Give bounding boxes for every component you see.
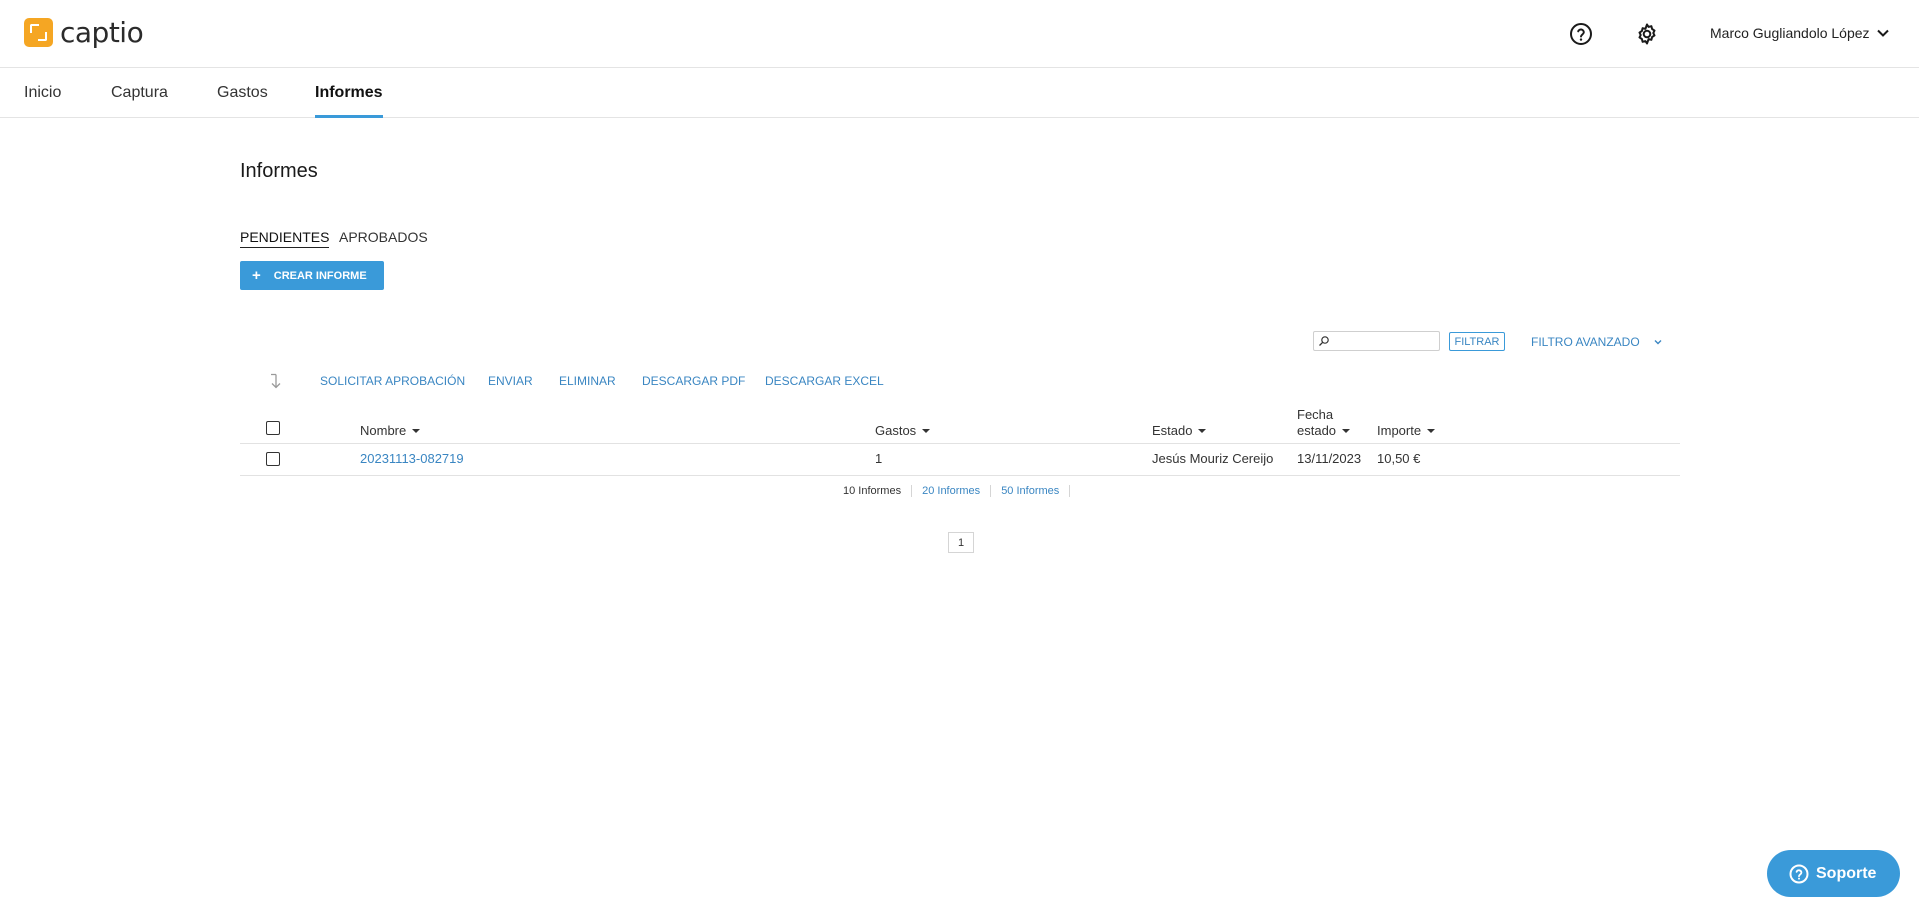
tab-pendientes[interactable]: PENDIENTES [240,229,330,248]
plus-icon: + [252,267,261,284]
select-all-checkbox[interactable] [266,421,280,435]
gear-icon[interactable] [1635,22,1659,46]
delete-button[interactable]: ELIMINAR [559,374,616,388]
table-row-divider [240,475,1680,476]
row-checkbox[interactable] [266,452,280,466]
column-label-importe: Importe [1377,423,1422,438]
page-size-50[interactable]: 50 Informes [991,485,1071,497]
captio-logo[interactable]: captio [24,16,144,49]
download-pdf-button[interactable]: DESCARGAR PDF [642,374,745,388]
column-header-estado[interactable]: Estado [1152,423,1207,438]
sort-caret-icon [412,428,421,433]
sort-arrow-icon[interactable] [268,372,284,390]
page-size-selector: 10 Informes 20 Informes 50 Informes [843,485,1071,497]
page-size-20[interactable]: 20 Informes [912,485,992,497]
tab-aprobados[interactable]: APROBADOS [339,229,428,247]
advanced-filter-toggle[interactable]: FILTRO AVANZADO [1531,335,1663,349]
send-button[interactable]: ENVIAR [488,374,533,388]
user-menu[interactable]: Marco Gugliandolo López [1710,25,1890,41]
sort-caret-icon [1342,428,1351,433]
support-button[interactable]: Soporte [1767,850,1900,897]
sort-caret-icon [1198,428,1207,433]
table-header-divider [240,443,1680,444]
support-label: Soporte [1816,864,1877,882]
row-estado: Jesús Mouriz Cereijo [1152,451,1274,466]
column-header-nombre[interactable]: Nombre [360,423,421,438]
request-approval-button[interactable]: SOLICITAR APROBACIÓN [320,374,465,388]
column-label-nombre: Nombre [360,423,407,438]
sort-caret-icon [922,428,931,433]
column-label-estado-fecha: estado [1297,423,1337,438]
column-header-gastos[interactable]: Gastos [875,423,931,438]
help-icon [1789,864,1809,883]
nav-item-gastos[interactable]: Gastos [217,84,268,118]
row-gastos: 1 [875,451,883,466]
search-input[interactable] [1332,333,1436,349]
pagination-page-1[interactable]: 1 [948,532,974,553]
report-name-link[interactable]: 20231113-082719 [360,451,464,466]
column-label-fecha: Fecha [1297,407,1334,422]
search-box[interactable] [1313,331,1440,351]
column-header-importe[interactable]: Importe [1377,423,1436,438]
create-report-label: CREAR INFORME [273,269,367,282]
row-fecha-estado: 13/11/2023 [1297,451,1362,466]
filter-button[interactable]: FILTRAR [1449,332,1505,351]
top-header: captio Marco Gugliandolo López [0,0,1919,68]
column-label-estado: Estado [1152,423,1193,438]
page-size-10[interactable]: 10 Informes [843,485,913,497]
column-header-fecha-estado[interactable]: Fecha estado [1297,407,1351,439]
sort-caret-icon [1427,428,1436,433]
nav-item-inicio[interactable]: Inicio [24,84,61,118]
search-icon [1319,336,1329,346]
advanced-filter-label: FILTRO AVANZADO [1531,335,1640,349]
download-excel-button[interactable]: DESCARGAR EXCEL [765,374,884,388]
chevron-down-icon [1876,29,1889,37]
help-icon[interactable] [1569,22,1593,46]
user-name: Marco Gugliandolo López [1710,25,1870,41]
chevron-down-icon [1654,340,1662,345]
page-title: Informes [240,160,318,182]
nav-item-captura[interactable]: Captura [111,84,168,118]
nav-item-informes[interactable]: Informes [315,84,383,118]
create-report-button[interactable]: + CREAR INFORME [240,261,384,290]
main-nav: Inicio Captura Gastos Informes [0,68,1919,118]
brand-name: captio [60,16,144,49]
captio-logo-icon [24,18,53,47]
column-label-gastos: Gastos [875,423,917,438]
row-importe: 10,50 € [1377,451,1421,466]
